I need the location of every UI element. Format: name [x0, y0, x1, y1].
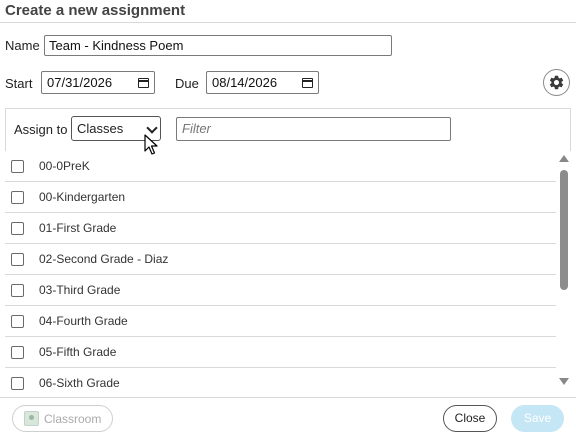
chevron-down-icon [146, 122, 158, 134]
list-item[interactable]: 01-First Grade [5, 213, 556, 244]
class-label: 00-0PreK [39, 159, 90, 173]
class-label: 03-Third Grade [39, 283, 121, 297]
filter-input[interactable]: Filter [176, 117, 451, 141]
class-checkbox[interactable] [11, 159, 24, 173]
list-item[interactable]: 04-Fourth Grade [5, 306, 556, 337]
class-label: 05-Fifth Grade [39, 345, 117, 359]
class-label: 01-First Grade [39, 221, 117, 235]
class-list: 00-0PreK 00-Kindergarten 01-First Grade … [5, 151, 556, 397]
class-checkbox[interactable] [11, 190, 24, 204]
list-item[interactable]: 06-Sixth Grade [5, 368, 556, 397]
classroom-label: Classroom [44, 411, 102, 426]
due-date-value: 08/14/2026 [212, 75, 278, 90]
class-label: 02-Second Grade - Diaz [39, 252, 169, 266]
list-item[interactable]: 00-0PreK [5, 151, 556, 182]
gear-icon [549, 75, 564, 90]
calendar-icon[interactable] [302, 77, 313, 88]
scrollbar-thumb[interactable] [560, 170, 568, 290]
save-button[interactable]: Save [511, 405, 564, 432]
name-input[interactable]: Team - Kindness Poem [44, 35, 392, 56]
due-label: Due [175, 76, 199, 91]
class-checkbox[interactable] [11, 376, 24, 390]
class-checkbox[interactable] [11, 221, 24, 235]
settings-button[interactable] [543, 69, 570, 96]
assign-to-label: Assign to [14, 122, 68, 137]
class-label: 06-Sixth Grade [39, 376, 120, 390]
calendar-icon[interactable] [138, 77, 149, 88]
list-item[interactable]: 00-Kindergarten [5, 182, 556, 213]
scroll-up-arrow[interactable] [559, 155, 569, 162]
list-item[interactable]: 02-Second Grade - Diaz [5, 244, 556, 275]
class-label: 04-Fourth Grade [39, 314, 128, 328]
list-item[interactable]: 05-Fifth Grade [5, 337, 556, 368]
class-checkbox[interactable] [11, 283, 24, 297]
class-checkbox[interactable] [11, 314, 24, 328]
start-date-input[interactable]: 07/31/2026 [41, 71, 155, 94]
assign-to-selected: Classes [77, 121, 124, 136]
due-date-input[interactable]: 08/14/2026 [206, 71, 319, 94]
google-classroom-icon [24, 411, 39, 426]
start-date-value: 07/31/2026 [47, 75, 113, 90]
scroll-down-arrow[interactable] [559, 378, 569, 385]
class-label: 00-Kindergarten [39, 190, 126, 204]
name-label: Name [5, 38, 40, 53]
dialog-title: Create a new assignment [5, 2, 186, 19]
classroom-button[interactable]: Classroom [12, 405, 113, 432]
class-checkbox[interactable] [11, 345, 24, 359]
list-item[interactable]: 03-Third Grade [5, 275, 556, 306]
start-label: Start [5, 76, 33, 91]
dialog-header: Create a new assignment [0, 0, 576, 23]
class-checkbox[interactable] [11, 252, 24, 266]
close-button[interactable]: Close [443, 405, 497, 432]
